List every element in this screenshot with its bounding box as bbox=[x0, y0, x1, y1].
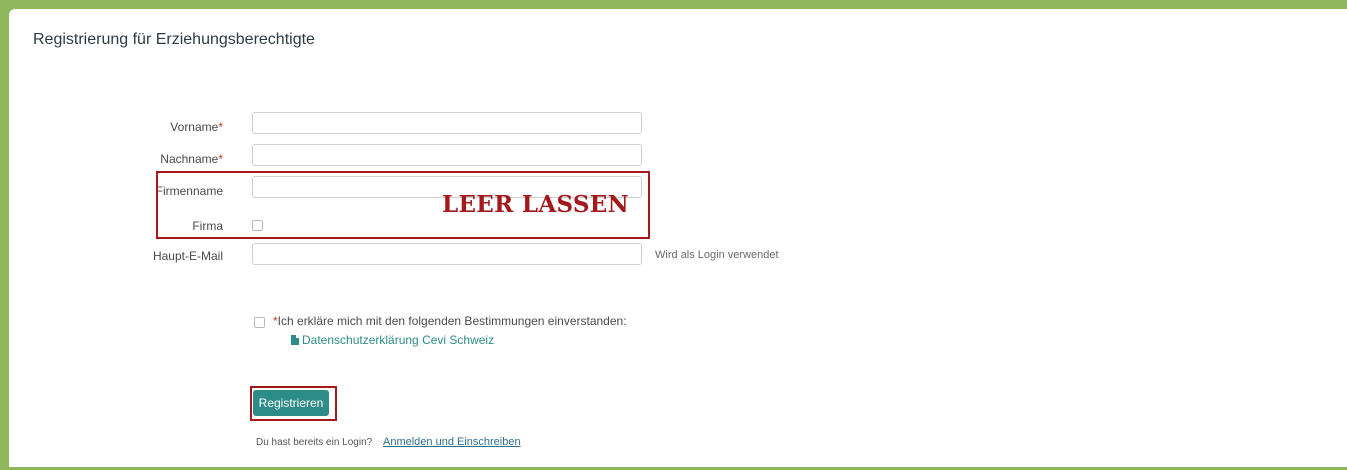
page-title: Registrierung für Erziehungsberechtigte bbox=[33, 31, 315, 48]
login-link[interactable]: Anmelden und Einschreiben bbox=[383, 436, 521, 448]
privacy-link[interactable]: Datenschutzerklärung Cevi Schweiz bbox=[291, 333, 494, 347]
vorname-label: Vorname* bbox=[170, 120, 223, 134]
email-hint: Wird als Login verwendet bbox=[655, 249, 779, 261]
nachname-input[interactable] bbox=[252, 144, 642, 166]
register-button[interactable]: Registrieren bbox=[253, 390, 329, 416]
login-question: Du hast bereits ein Login? bbox=[256, 437, 373, 448]
terms-checkbox[interactable] bbox=[254, 317, 265, 328]
annotation-label: LEER LASSEN bbox=[442, 191, 629, 218]
email-label: Haupt-E-Mail bbox=[152, 249, 223, 263]
email-input[interactable] bbox=[252, 243, 642, 265]
vorname-input[interactable] bbox=[252, 112, 642, 134]
document-icon bbox=[291, 335, 299, 345]
privacy-link-text[interactable]: Datenschutzerklärung Cevi Schweiz bbox=[302, 333, 494, 347]
registration-card: Registrierung für Erziehungsberechtigte … bbox=[9, 9, 1347, 467]
nachname-label: Nachname* bbox=[160, 152, 223, 166]
terms-label: *Ich erkläre mich mit den folgenden Best… bbox=[273, 314, 627, 328]
